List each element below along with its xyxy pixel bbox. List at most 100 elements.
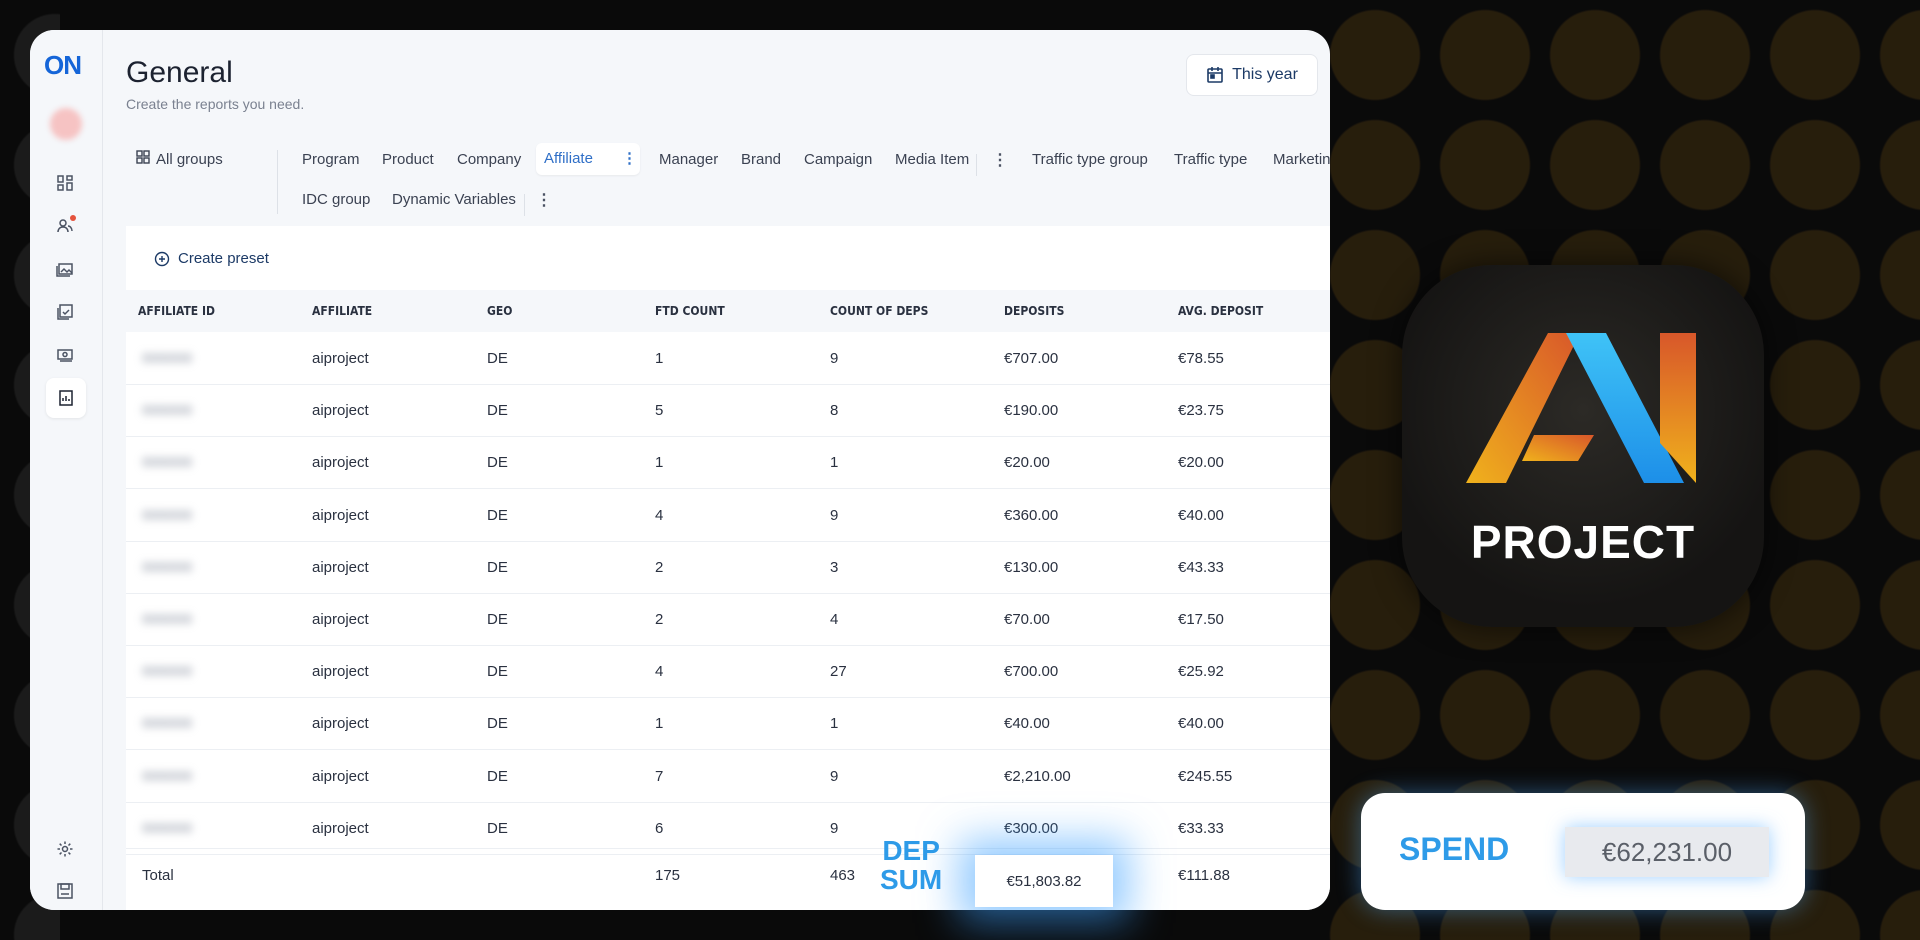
cell-id: 000000	[142, 819, 193, 837]
users-icon[interactable]	[54, 215, 76, 237]
cell-avg: €78.55	[1178, 350, 1224, 367]
cell-geo: DE	[487, 402, 508, 420]
column-header[interactable]: AFFILIATE	[312, 304, 372, 318]
creatives-icon[interactable]	[54, 301, 76, 323]
cell-geo: DE	[487, 767, 508, 785]
tab-campaign[interactable]: Campaign	[804, 144, 872, 176]
cell-avg: €43.33	[1178, 558, 1224, 576]
cell-avg: €40.00	[1178, 506, 1224, 524]
cell-id: 000000	[142, 663, 193, 681]
media-icon[interactable]	[54, 258, 76, 280]
cell-id: 000000	[142, 402, 193, 420]
cell-ftd: 4	[655, 506, 664, 524]
app-logo[interactable]: ON	[44, 50, 82, 81]
dep-sum-label: DEP SUM	[880, 836, 942, 894]
tab-product[interactable]: Product	[382, 144, 434, 176]
column-header[interactable]: DEPOSITS	[1004, 304, 1064, 318]
tab-brand[interactable]: Brand	[741, 144, 781, 176]
cell-deposits: €130.00	[1004, 558, 1059, 576]
column-header[interactable]: COUNT OF DEPS	[830, 304, 928, 318]
tab-manager[interactable]: Manager	[659, 144, 718, 176]
total-ftd: 175	[655, 867, 681, 884]
column-header[interactable]: GEO	[487, 304, 512, 318]
table-row[interactable]: 000000 aiproject DE 2 4 €70.00 €17.50	[126, 593, 1330, 646]
cell-affiliate: aiproject	[312, 663, 369, 681]
table-row[interactable]: 000000 aiproject DE 7 9 €2,210.00 €245.55	[126, 750, 1330, 803]
cell-affiliate: aiproject	[312, 506, 369, 524]
date-range-label: This year	[1232, 66, 1298, 83]
table-row[interactable]: 000000 aiproject DE 1 9 €707.00 €78.55	[126, 332, 1330, 385]
column-header[interactable]: AFFILIATE ID	[138, 304, 215, 318]
column-header[interactable]: FTD COUNT	[655, 304, 725, 318]
more-vertical-icon[interactable]: ⋮	[536, 190, 552, 210]
table-row[interactable]: 000000 aiproject DE 1 1 €20.00 €20.00	[126, 436, 1330, 490]
divider	[524, 194, 525, 216]
more-vertical-icon[interactable]: ⋮	[622, 143, 637, 175]
column-header[interactable]: AVG. DEPOSIT	[1178, 304, 1263, 318]
cell-deps: 27	[830, 663, 847, 681]
table-row[interactable]: 000000 aiproject DE 4 9 €360.00 €40.00	[126, 489, 1330, 542]
cell-geo: DE	[487, 506, 508, 524]
table-row[interactable]: 000000 aiproject DE 2 3 €130.00 €43.33	[126, 541, 1330, 594]
cell-affiliate: aiproject	[312, 402, 369, 420]
cell-ftd: 6	[655, 819, 664, 837]
tab-traffic-type-group[interactable]: Traffic type group	[1032, 144, 1148, 176]
cell-geo: DE	[487, 558, 508, 576]
table-row[interactable]: 000000 aiproject DE 5 8 €190.00 €23.75	[126, 384, 1330, 438]
more-vertical-icon[interactable]: ⋮	[992, 150, 1008, 170]
tab-all-groups[interactable]: All groups	[136, 144, 223, 176]
total-avg: €111.88	[1178, 867, 1230, 884]
cell-ftd: 1	[655, 454, 664, 472]
cell-deps: 9	[830, 767, 839, 785]
tab-traffic-type[interactable]: Traffic type	[1174, 144, 1247, 176]
table-row[interactable]: 000000 aiproject DE 1 1 €40.00 €40.00	[126, 697, 1330, 751]
ai-project-logo-card: PROJECT	[1402, 265, 1764, 627]
payments-icon[interactable]	[54, 344, 76, 366]
tab-idc-group[interactable]: IDC group	[302, 184, 370, 216]
dashboard-icon[interactable]	[54, 172, 76, 194]
dep-label-line1: DEP	[882, 835, 940, 866]
table-row[interactable]: 000000 aiproject DE 4 27 €700.00 €25.92	[126, 645, 1330, 699]
dep-label-line2: SUM	[880, 864, 943, 895]
table-total-row: Total 175 463 €111.88	[126, 848, 1330, 901]
avatar[interactable]	[50, 108, 82, 140]
tab-media-item[interactable]: Media Item	[895, 144, 969, 176]
save-icon[interactable]	[54, 880, 76, 902]
tab-all-groups-label: All groups	[156, 151, 223, 168]
tab-program[interactable]: Program	[302, 144, 360, 176]
cell-avg: €20.00	[1178, 454, 1224, 472]
cell-deposits: €2,210.00	[1004, 767, 1071, 785]
cell-avg: €33.33	[1178, 819, 1224, 837]
settings-icon[interactable]	[54, 838, 76, 860]
cell-avg: €23.75	[1178, 402, 1224, 420]
grid-icon	[136, 144, 150, 176]
brand-wordmark: PROJECT	[1470, 516, 1696, 568]
cell-id: 000000	[142, 715, 193, 733]
main-content: General Create the reports you need. Thi…	[126, 30, 1330, 910]
tab-company[interactable]: Company	[457, 144, 521, 176]
cell-id: 000000	[142, 767, 193, 785]
divider	[277, 150, 278, 214]
cell-affiliate: aiproject	[312, 715, 369, 733]
date-range-button[interactable]: This year	[1186, 54, 1318, 96]
create-preset-label: Create preset	[178, 250, 269, 267]
plus-circle-icon	[154, 251, 170, 266]
sidebar: ON	[30, 30, 103, 910]
cell-deposits: €700.00	[1004, 663, 1059, 681]
reports-icon[interactable]	[46, 378, 86, 418]
cell-avg: €40.00	[1178, 715, 1224, 733]
cell-id: 000000	[142, 350, 193, 367]
tab-marketing-source[interactable]: Marketing so	[1273, 144, 1330, 176]
tab-affiliate[interactable]: Affiliate ⋮	[536, 143, 640, 175]
table-row[interactable]: 000000 aiproject DE 6 9 €300.00 €33.33	[126, 802, 1330, 855]
tab-affiliate-label: Affiliate	[544, 150, 593, 167]
cell-ftd: 1	[655, 350, 664, 367]
app-window: ON General Create the reports you need. …	[30, 30, 1330, 910]
cell-avg: €25.92	[1178, 663, 1224, 681]
cell-deposits: €70.00	[1004, 611, 1050, 628]
tab-dynamic-variables[interactable]: Dynamic Variables	[392, 184, 516, 216]
create-preset-button[interactable]: Create preset	[154, 250, 269, 267]
notification-dot	[70, 215, 76, 221]
cell-deps: 8	[830, 402, 839, 420]
cell-geo: DE	[487, 819, 508, 837]
